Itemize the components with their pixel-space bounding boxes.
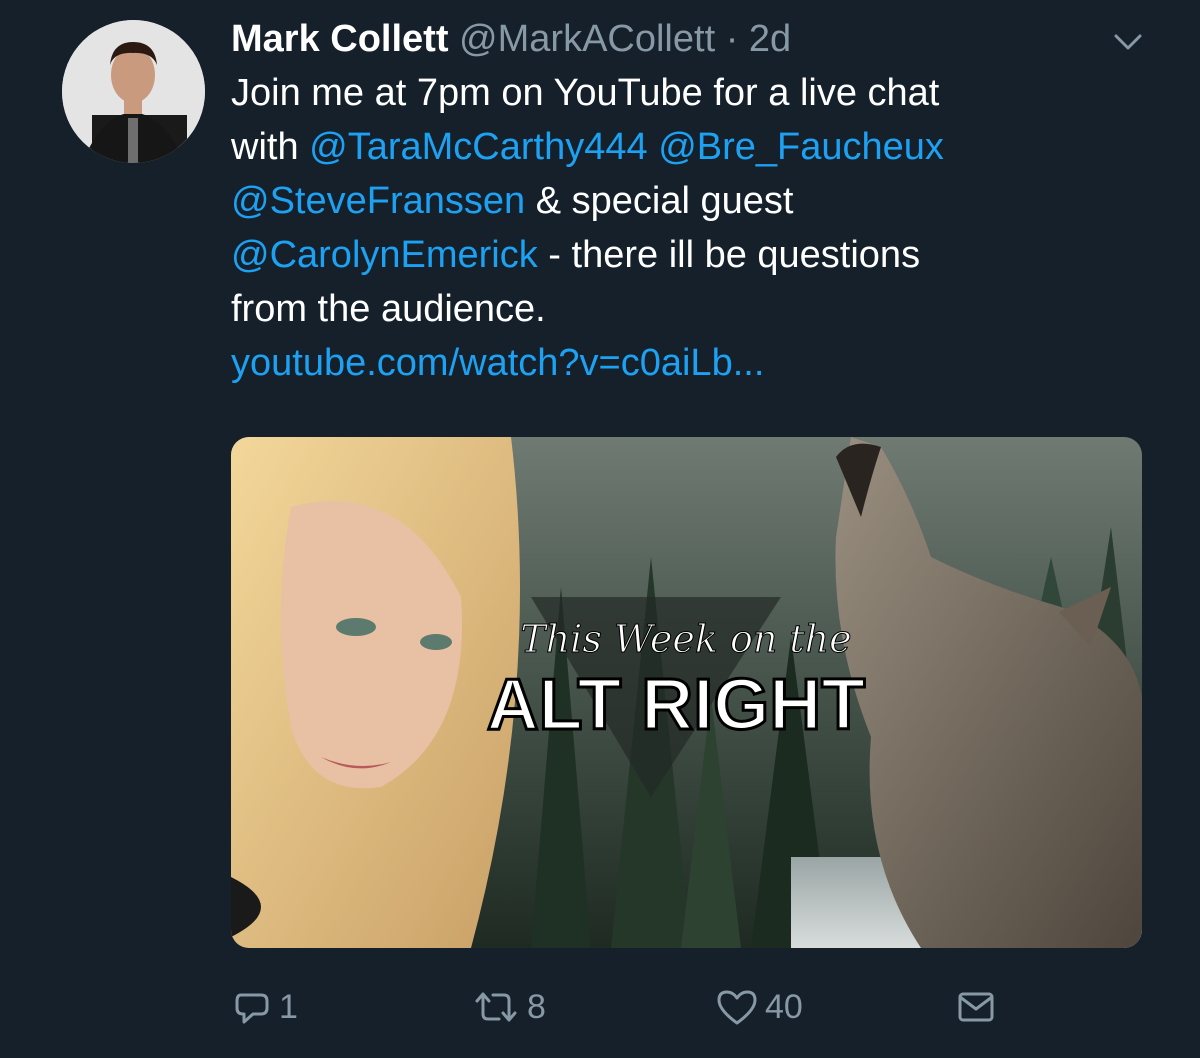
retweet-count: 8 xyxy=(527,987,546,1026)
tweet-text-line: with @TaraMcCarthy444 @Bre_Faucheux xyxy=(231,120,1131,174)
tweet: Mark Collett @MarkACollett · 2d Join me … xyxy=(0,0,1200,1058)
youtube-link[interactable]: youtube.com/watch?v=c0aiLb... xyxy=(231,336,1131,390)
separator-dot: · xyxy=(725,18,739,60)
avatar-image xyxy=(62,20,205,163)
tweet-media-image[interactable]: This Week on the ALT RIGHT xyxy=(231,437,1142,948)
direct-message-button[interactable] xyxy=(955,982,1003,1032)
like-icon xyxy=(717,990,757,1025)
media-artwork: This Week on the ALT RIGHT xyxy=(231,437,1142,948)
media-title-script: This Week on the xyxy=(520,617,851,661)
tweet-text-line: from the audience. xyxy=(231,288,546,330)
reply-count: 1 xyxy=(279,987,298,1026)
tweet-text: Join me at 7pm on YouTube for a live cha… xyxy=(231,66,1131,390)
retweet-icon xyxy=(475,992,517,1022)
tweet-text-line: @SteveFranssen & special guest xyxy=(231,174,1131,228)
user-handle[interactable]: @MarkACollett xyxy=(459,18,715,60)
mention-bre[interactable]: @Bre_Faucheux xyxy=(658,126,944,168)
tweet-header: Mark Collett @MarkACollett · 2d xyxy=(231,12,1131,66)
special-guest-text: & special guest xyxy=(525,180,794,222)
retweet-button[interactable]: 8 xyxy=(471,982,546,1032)
mention-tara[interactable]: @TaraMcCarthy444 xyxy=(309,126,647,168)
chevron-down-icon[interactable] xyxy=(1110,24,1146,60)
tweet-content: Mark Collett @MarkACollett · 2d Join me … xyxy=(231,12,1131,390)
message-icon xyxy=(958,992,994,1022)
display-name[interactable]: Mark Collett xyxy=(231,18,448,60)
reply-button[interactable]: 1 xyxy=(231,982,298,1032)
tweet-text-line: Join me at 7pm on YouTube for a live cha… xyxy=(231,72,940,114)
reply-icon xyxy=(235,993,269,1024)
like-button[interactable]: 40 xyxy=(715,982,803,1032)
avatar[interactable] xyxy=(62,20,205,163)
tweet-text-line: @CarolynEmerick - there ill be questions xyxy=(231,228,1131,282)
tweet-time[interactable]: 2d xyxy=(749,18,791,60)
like-count: 40 xyxy=(765,987,803,1026)
tweet-actions: 1 8 40 xyxy=(231,982,1131,1032)
with-word: with xyxy=(231,126,310,168)
mention-steve[interactable]: @SteveFranssen xyxy=(231,180,525,222)
media-title-main: ALT RIGHT xyxy=(487,665,866,745)
questions-text: - there ill be questions xyxy=(537,234,921,276)
mention-carolyn[interactable]: @CarolynEmerick xyxy=(231,234,538,276)
